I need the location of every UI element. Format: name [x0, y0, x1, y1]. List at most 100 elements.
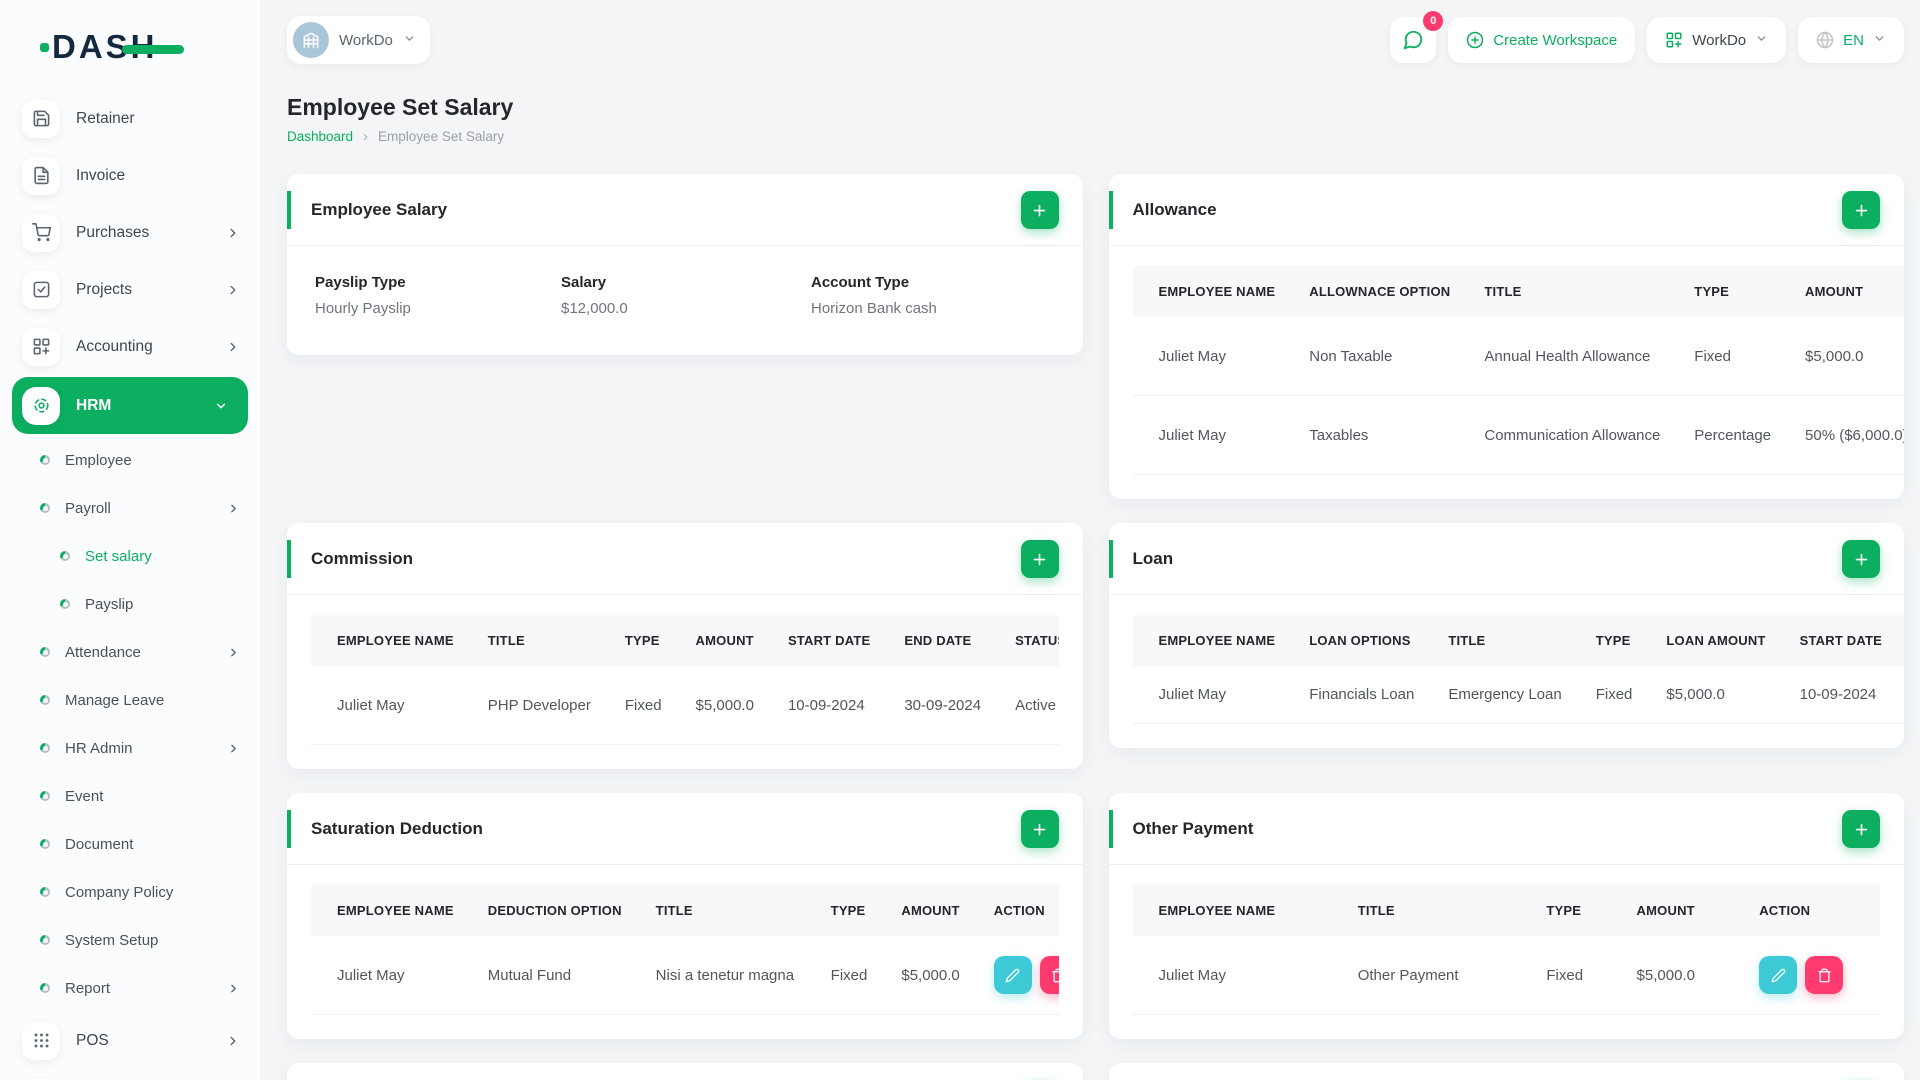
chevron-right-icon: [226, 283, 240, 297]
sidebar-item-label: Report: [65, 979, 111, 997]
workspace-switcher-button[interactable]: WorkDo: [287, 16, 430, 64]
commission-table: EMPLOYEE NAME TITLE TYPE AMOUNT START DA…: [311, 615, 1059, 745]
circle-plus-icon: [1467, 31, 1484, 49]
sidebar-item-attendance[interactable]: Attendance: [0, 628, 260, 676]
language-button[interactable]: EN: [1798, 17, 1904, 63]
bullet-icon: [40, 647, 50, 657]
table-header-row: EMPLOYEE NAME TITLE TYPE AMOUNT START DA…: [311, 615, 1059, 666]
table-row: Juliet May Financials Loan Emergency Loa…: [1132, 666, 1904, 724]
cell-allowance-option: Non Taxable: [1283, 317, 1459, 396]
column-header: AMOUNT: [1779, 266, 1904, 317]
column-header: ACTION: [967, 885, 1059, 936]
breadcrumb-dashboard-link[interactable]: Dashboard: [287, 129, 353, 144]
column-header: TYPE: [598, 615, 670, 666]
add-saturation-deduction-button[interactable]: [1020, 810, 1059, 848]
sidebar-item-purchases[interactable]: Purchases: [0, 204, 260, 261]
edit-button[interactable]: [1759, 956, 1798, 994]
cell-loan-option: Financials Loan: [1283, 666, 1423, 724]
add-loan-button[interactable]: [1842, 540, 1880, 578]
brand-logo[interactable]: DASH: [0, 0, 260, 80]
column-header: TITLE: [461, 615, 599, 666]
add-commission-button[interactable]: [1020, 540, 1059, 578]
card-title: Loan: [1132, 548, 1174, 568]
sidebar-item-company-policy[interactable]: Company Policy: [0, 868, 260, 916]
sidebar-item-set-salary[interactable]: Set salary: [0, 532, 260, 580]
chevron-down-icon: [1873, 32, 1886, 49]
cell-status: Active: [989, 666, 1059, 745]
sidebar-item-document[interactable]: Document: [0, 820, 260, 868]
add-allowance-button[interactable]: [1842, 191, 1880, 229]
trash-icon: [1052, 968, 1059, 982]
create-workspace-button[interactable]: Create Workspace: [1448, 17, 1636, 63]
sidebar-item-payroll[interactable]: Payroll: [0, 484, 260, 532]
card-title: Other Payment: [1132, 818, 1254, 838]
workdo-menu-button[interactable]: WorkDo: [1647, 17, 1787, 63]
chevron-right-icon: [227, 742, 240, 755]
bullet-icon: [40, 839, 50, 849]
cell-deduction-option: Mutual Fund: [461, 936, 630, 1015]
card-body: EMPLOYEE NAME DEDUCTION OPTION TITLE TYP…: [287, 865, 1083, 1039]
info-value: Hourly Payslip: [315, 300, 411, 317]
column-header: EMPLOYEE NAME: [1132, 885, 1332, 936]
delete-button[interactable]: [1039, 956, 1059, 994]
sidebar-item-pos[interactable]: POS: [0, 1012, 260, 1069]
column-header: END DATE: [878, 615, 990, 666]
sidebar-item-system-setup[interactable]: System Setup: [0, 916, 260, 964]
cell-amount: $5,000.0: [1610, 936, 1734, 1015]
sidebar-item-payslip[interactable]: Payslip: [0, 580, 260, 628]
info-value: $12,000.0: [561, 300, 628, 317]
sidebar-item-hrm[interactable]: HRM: [12, 377, 248, 434]
grid-plus-icon: [1666, 32, 1682, 48]
column-header: AMOUNT: [669, 615, 762, 666]
sidebar-item-manage-leave[interactable]: Manage Leave: [0, 676, 260, 724]
chevron-right-icon: [227, 502, 240, 515]
sidebar-item-crm[interactable]: CRM: [0, 1069, 260, 1080]
save-icon: [22, 99, 60, 138]
cell-employee-name: Juliet May: [1132, 936, 1332, 1015]
plus-icon: [1855, 823, 1867, 835]
card-body: EMPLOYEE NAME LOAN OPTIONS TITLE TYPE LO…: [1109, 595, 1904, 748]
delete-button[interactable]: [1805, 956, 1844, 994]
add-other-payment-button[interactable]: [1842, 810, 1880, 848]
column-header: EMPLOYEE NAME: [1132, 615, 1284, 666]
table-header-row: EMPLOYEE NAME DEDUCTION OPTION TITLE TYP…: [311, 885, 1059, 936]
card-body: EMPLOYEE NAME TITLE TYPE AMOUNT ACTION J…: [1109, 865, 1905, 1039]
card-body: Payslip Type Hourly Payslip Salary $12,0…: [287, 246, 1083, 355]
column-header: START DATE: [761, 615, 879, 666]
workdo-menu-label: WorkDo: [1692, 31, 1747, 49]
sidebar-item-employee[interactable]: Employee: [0, 436, 260, 484]
sidebar-item-label: Projects: [76, 280, 132, 298]
column-header: EMPLOYEE NAME: [311, 615, 462, 666]
plus-icon: [1855, 553, 1867, 565]
sidebar-item-event[interactable]: Event: [0, 772, 260, 820]
sidebar-item-report[interactable]: Report: [0, 964, 260, 1012]
task-check-icon: [22, 270, 60, 309]
brand-logo-text: DASH: [40, 28, 183, 65]
table-header-row: EMPLOYEE NAME TITLE TYPE AMOUNT ACTION: [1132, 885, 1880, 936]
edit-button[interactable]: [993, 956, 1032, 994]
sidebar-item-label: Set salary: [85, 547, 152, 565]
main-area: WorkDo 0 Create Workspace WorkDo EN Empl…: [260, 0, 1920, 1080]
plus-icon: [1033, 204, 1046, 216]
sidebar-item-retainer[interactable]: Retainer: [0, 90, 260, 147]
add-employee-salary-button[interactable]: [1020, 191, 1059, 229]
sidebar-item-hr-admin[interactable]: HR Admin: [0, 724, 260, 772]
chevron-down-icon: [214, 399, 228, 413]
chat-icon: [1404, 30, 1423, 50]
sidebar-item-projects[interactable]: Projects: [0, 261, 260, 318]
employee-salary-card: Employee Salary Payslip Type Hourly Pays…: [287, 174, 1083, 355]
messages-button[interactable]: 0: [1390, 11, 1444, 63]
cell-allowance-option: Taxables: [1283, 395, 1459, 475]
info-label: Salary: [561, 274, 607, 291]
sidebar-item-label: HRM: [76, 396, 112, 414]
grid-plus-icon: [22, 327, 60, 366]
bullet-icon: [40, 455, 50, 465]
workspace-avatar: [293, 22, 329, 58]
other-payment-table: EMPLOYEE NAME TITLE TYPE AMOUNT ACTION J…: [1132, 885, 1880, 1015]
sidebar-item-accounting[interactable]: Accounting: [0, 318, 260, 375]
workspace-name: WorkDo: [339, 31, 393, 49]
topbar-right: 0 Create Workspace WorkDo EN: [1390, 11, 1904, 63]
sidebar-item-invoice[interactable]: Invoice: [0, 147, 260, 204]
card-title: Employee Salary: [311, 199, 448, 219]
cart-icon: [22, 213, 60, 252]
